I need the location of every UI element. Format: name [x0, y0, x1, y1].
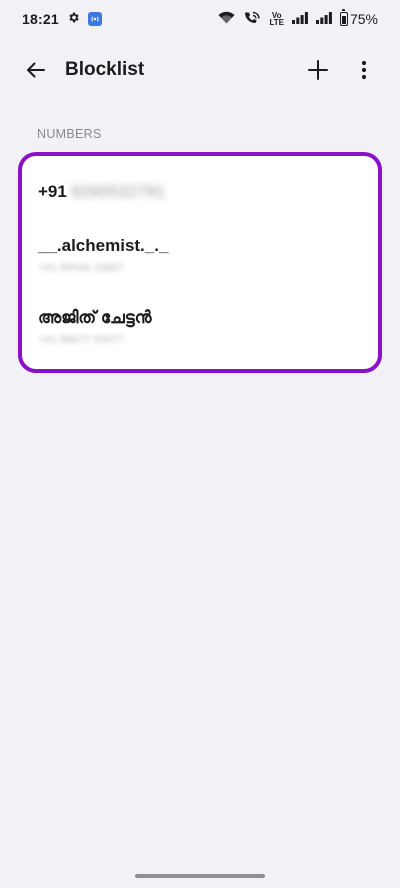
volte-bottom-label: LTE — [269, 18, 284, 27]
app-bar: Blocklist — [0, 44, 400, 96]
add-button[interactable] — [300, 52, 336, 88]
blocklist-item-name: __.alchemist._._ — [38, 236, 169, 255]
status-bar: 18:21 Vo LTE 75% — [0, 0, 400, 38]
battery-icon — [339, 9, 348, 26]
wifi-calling-icon — [243, 11, 261, 28]
more-options-button[interactable] — [346, 52, 382, 88]
blocklist-item[interactable]: അജിത് ചേട്ടൻ +91 98477 55677 — [38, 308, 358, 346]
blocklist-item-name: +91 9260532781 — [38, 182, 358, 202]
plus-icon — [308, 60, 328, 80]
wifi-icon — [218, 11, 235, 27]
status-left: 18:21 — [22, 11, 102, 27]
blocklist-item-prefix: +91 — [38, 182, 67, 201]
more-vertical-icon — [361, 60, 367, 80]
battery-indicator: 75% — [339, 9, 378, 27]
blocklist-item[interactable]: +91 9260532781 — [38, 182, 358, 202]
signal-icon — [291, 11, 308, 27]
blocklist-item-name: അജിത് ചേട്ടൻ — [38, 308, 152, 327]
gesture-nav-handle[interactable] — [135, 874, 265, 878]
status-time: 18:21 — [22, 11, 59, 27]
back-button[interactable] — [18, 52, 54, 88]
gear-icon — [67, 11, 80, 27]
battery-percent: 75% — [349, 11, 378, 27]
blocklist-card: +91 9260532781 __.alchemist._._ +91 95548… — [18, 152, 382, 373]
nfc-icon — [87, 12, 102, 26]
section-header-numbers: NUMBERS — [37, 127, 102, 141]
blurred-number: 9260532781 — [70, 182, 166, 201]
signal-icon — [315, 11, 332, 27]
blocklist-item[interactable]: __.alchemist._._ +91 95548 19687 — [38, 236, 358, 274]
volte-icon: Vo LTE — [269, 12, 284, 27]
blocklist-item-number: +91 95548 19687 — [38, 262, 124, 274]
arrow-left-icon — [27, 62, 45, 78]
blocklist-item-number: +91 98477 55677 — [38, 334, 124, 346]
page-title: Blocklist — [65, 59, 145, 80]
status-right: Vo LTE 75% — [218, 9, 378, 28]
